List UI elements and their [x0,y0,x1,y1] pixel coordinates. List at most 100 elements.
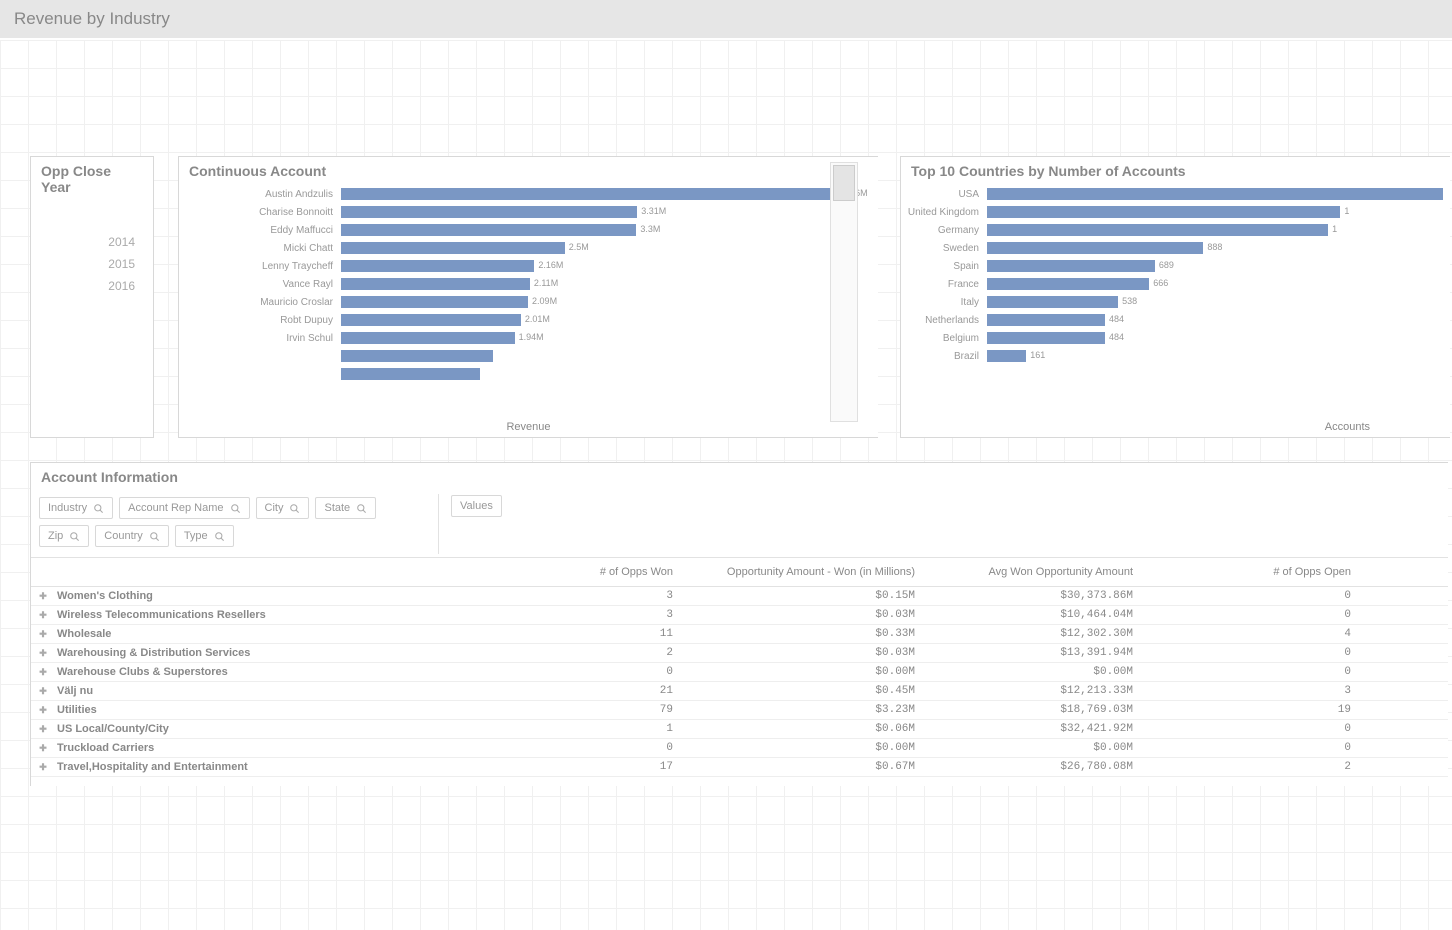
bar-value-label: 1.94M [515,332,544,342]
cell-avg: $12,213.33M [941,685,1159,697]
bar[interactable] [341,368,480,380]
bar[interactable]: 3.31M [341,206,637,218]
chip-label: Account Rep Name [128,502,223,514]
expand-icon[interactable]: ✚ [37,609,49,621]
cell-avg: $12,302.30M [941,628,1159,640]
search-icon [289,503,300,514]
expand-icon[interactable]: ✚ [37,666,49,678]
table-row[interactable]: ✚US Local/County/City1$0.06M$32,421.92M0 [31,720,1448,739]
filter-chip-state[interactable]: State [315,497,376,519]
bar[interactable]: 2.5M [341,242,565,254]
bar-category-label: France [901,279,987,290]
year-option-2016[interactable]: 2016 [31,275,153,297]
filter-chip-city[interactable]: City [256,497,310,519]
bar-category-label: Charise Bonnoitt [179,207,341,218]
country-bar-row: Italy538 [901,293,1450,311]
cell-won: 3 [451,609,699,621]
bar-category-label: Mauricio Croslar [179,297,341,308]
filter-chip-zip[interactable]: Zip [39,525,89,547]
expand-icon[interactable]: ✚ [37,590,49,602]
column-header[interactable]: # of Opps Open [1159,566,1377,578]
bar[interactable]: 2.16M [341,260,534,272]
bar[interactable]: 161 [987,350,1026,362]
table-row[interactable]: ✚Women's Clothing3$0.15M$30,373.86M0 [31,587,1448,606]
bar[interactable] [341,350,493,362]
bar-value-label: 888 [1203,242,1222,252]
cell-open: 3 [1159,685,1377,697]
bar[interactable]: 689 [987,260,1155,272]
column-header[interactable]: # of Opps Won [451,566,699,578]
bar[interactable]: 538 [987,296,1118,308]
year-option-2015[interactable]: 2015 [31,253,153,275]
country-bar-row: Sweden888 [901,239,1450,257]
table-row[interactable]: ✚Truckload Carriers0$0.00M$0.00M0 [31,739,1448,758]
scrollbar-thumb[interactable] [833,165,855,201]
bar[interactable]: 2.09M [341,296,528,308]
bar[interactable]: 1.94M [341,332,515,344]
expand-icon[interactable]: ✚ [37,761,49,773]
chart-countries-xlabel: Accounts [1325,421,1370,433]
bar[interactable]: 666 [987,278,1149,290]
bar[interactable]: 888 [987,242,1203,254]
filter-chip-account-rep-name[interactable]: Account Rep Name [119,497,249,519]
table-header-divider [438,494,439,554]
filter-chip-type[interactable]: Type [175,525,234,547]
bar[interactable]: 3.3M [341,224,636,236]
cell-amt: $0.03M [699,647,941,659]
cell-avg: $18,769.03M [941,704,1159,716]
table-row[interactable]: ✚Wireless Telecommunications Resellers3$… [31,606,1448,625]
bar[interactable]: 484 [987,332,1105,344]
bar-category-label: Irvin Schul [179,333,341,344]
cell-amt: $0.15M [699,590,941,602]
bar-value-label: 161 [1026,350,1045,360]
table-row[interactable]: ✚Travel,Hospitality and Entertainment17$… [31,758,1448,777]
cell-won: 0 [451,666,699,678]
page-header: Revenue by Industry [0,0,1452,38]
table-row[interactable]: ✚Warehousing & Distribution Services2$0.… [31,644,1448,663]
industry-label: Utilities [57,704,97,716]
bar-value-label: 2.11M [530,278,558,288]
search-icon [356,503,367,514]
bar[interactable] [987,188,1443,200]
table-row[interactable]: ✚Warehouse Clubs & Superstores0$0.00M$0.… [31,663,1448,682]
bar-value-label: 538 [1118,296,1137,306]
table-row[interactable]: ✚Välj nu21$0.45M$12,213.33M3 [31,682,1448,701]
filter-chip-values[interactable]: Values [451,495,502,517]
bar[interactable]: 2.01M [341,314,521,326]
expand-icon[interactable]: ✚ [37,628,49,640]
table-row[interactable]: ✚Wholesale11$0.33M$12,302.30M4 [31,625,1448,644]
cell-amt: $0.00M [699,742,941,754]
cell-won: 2 [451,647,699,659]
column-header[interactable]: Opportunity Amount - Won (in Millions) [699,566,941,578]
filter-chip-industry[interactable]: Industry [39,497,113,519]
bar-value-label: 666 [1149,278,1168,288]
bar-category-label: Sweden [901,243,987,254]
bar[interactable]: 484 [987,314,1105,326]
cell-amt: $0.33M [699,628,941,640]
year-option-2014[interactable]: 2014 [31,231,153,253]
account-info-title: Account Information [31,463,1448,491]
bar[interactable]: 2.11M [341,278,530,290]
expand-icon[interactable]: ✚ [37,723,49,735]
chart-account-scrollbar[interactable] [830,162,858,422]
cell-open: 0 [1159,723,1377,735]
bar-category-label: Brazil [901,351,987,362]
account-bar-row: Robt Dupuy2.01M [179,311,878,329]
bar-value-label: 3.3M [636,224,660,234]
bar[interactable]: 1 [987,224,1328,236]
bar-category-label: Micki Chatt [179,243,341,254]
bar[interactable]: 1 [987,206,1340,218]
cell-avg: $10,464.04M [941,609,1159,621]
expand-icon[interactable]: ✚ [37,742,49,754]
expand-icon[interactable]: ✚ [37,704,49,716]
table-row[interactable]: ✚Utilities79$3.23M$18,769.03M19 [31,701,1448,720]
column-header[interactable]: Avg Won Opportunity Amount [941,566,1159,578]
expand-icon[interactable]: ✚ [37,685,49,697]
bar-category-label: Eddy Maffucci [179,225,341,236]
filter-chip-country[interactable]: Country [95,525,169,547]
cell-open: 0 [1159,742,1377,754]
expand-icon[interactable]: ✚ [37,647,49,659]
account-bar-row [179,365,878,383]
cell-open: 0 [1159,590,1377,602]
bar[interactable]: 5.56M [341,188,839,200]
